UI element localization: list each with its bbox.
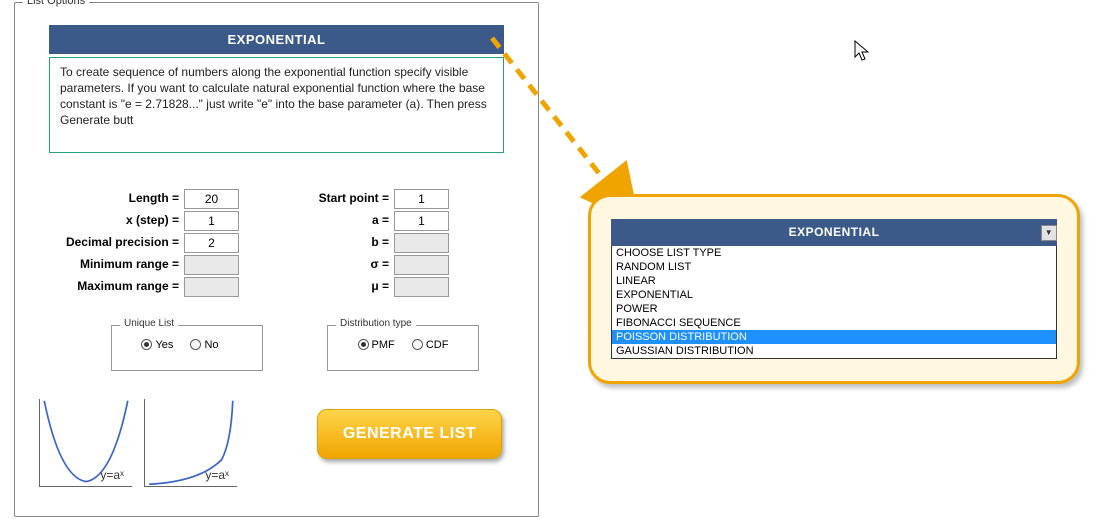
input-min-range[interactable] — [184, 255, 239, 275]
dropdown-header[interactable]: EXPONENTIAL ▼ — [611, 219, 1057, 246]
distribution-type-frame: Distribution type PMF CDF — [327, 325, 479, 371]
label-length: Length = — [49, 191, 179, 205]
radio-dist-pmf[interactable]: PMF — [358, 339, 395, 351]
parameters-area: Length = Start point = x (step) = a = De… — [49, 189, 504, 233]
preview-thumb-2: y=aˣ — [144, 399, 237, 487]
input-mu[interactable] — [394, 277, 449, 297]
label-sigma: σ = — [289, 257, 389, 271]
list-type-header: EXPONENTIAL — [49, 25, 504, 54]
dropdown-item[interactable]: RANDOM LIST — [612, 260, 1056, 274]
panel-legend: List Options — [23, 0, 89, 7]
label-a: a = — [289, 213, 389, 227]
label-mu: μ = — [289, 279, 389, 293]
dropdown-item[interactable]: EXPONENTIAL — [612, 288, 1056, 302]
dropdown-list[interactable]: CHOOSE LIST TYPERANDOM LISTLINEAREXPONEN… — [611, 246, 1057, 359]
unique-list-frame: Unique List Yes No — [111, 325, 263, 371]
input-length[interactable] — [184, 189, 239, 209]
preview-thumb-1-label: y=aˣ — [100, 468, 124, 482]
radio-dist-cdf[interactable]: CDF — [412, 339, 449, 351]
dropdown-item[interactable]: CHOOSE LIST TYPE — [612, 246, 1056, 260]
dropdown-callout: EXPONENTIAL ▼ CHOOSE LIST TYPERANDOM LIS… — [588, 194, 1080, 384]
preview-thumb-1: y=aˣ — [39, 399, 132, 487]
input-max-range[interactable] — [184, 277, 239, 297]
label-x-step: x (step) = — [49, 213, 179, 227]
dropdown-item[interactable]: LINEAR — [612, 274, 1056, 288]
dropdown-item[interactable]: POISSON DISTRIBUTION — [612, 330, 1056, 344]
description-box: To create sequence of numbers along the … — [49, 57, 504, 153]
mouse-cursor-icon — [854, 40, 872, 62]
dropdown-item[interactable]: GAUSSIAN DISTRIBUTION — [612, 344, 1056, 358]
input-sigma[interactable] — [394, 255, 449, 275]
input-start-point[interactable] — [394, 189, 449, 209]
chevron-down-icon[interactable]: ▼ — [1041, 225, 1057, 241]
radio-dot-icon — [358, 339, 369, 350]
input-a[interactable] — [394, 211, 449, 231]
radio-unique-no[interactable]: No — [190, 339, 218, 351]
input-x-step[interactable] — [184, 211, 239, 231]
list-options-panel: List Options EXPONENTIAL To create seque… — [14, 2, 539, 517]
radio-dot-icon — [412, 339, 423, 350]
label-dec-prec: Decimal precision = — [49, 235, 179, 249]
label-b: b = — [289, 235, 389, 249]
input-b[interactable] — [394, 233, 449, 253]
label-max-range: Maximum range = — [49, 279, 179, 293]
input-dec-prec[interactable] — [184, 233, 239, 253]
radio-dot-icon — [141, 339, 152, 350]
dropdown-item[interactable]: FIBONACCI SEQUENCE — [612, 316, 1056, 330]
label-start-point: Start point = — [289, 191, 389, 205]
preview-thumb-2-label: y=aˣ — [205, 468, 229, 482]
generate-list-button[interactable]: GENERATE LIST — [317, 409, 502, 459]
unique-list-legend: Unique List — [120, 318, 178, 329]
dropdown-item[interactable]: POWER — [612, 302, 1056, 316]
label-min-range: Minimum range = — [49, 257, 179, 271]
distribution-type-legend: Distribution type — [336, 318, 416, 329]
preview-area: y=aˣ y=aˣ — [33, 393, 243, 493]
radio-unique-yes[interactable]: Yes — [141, 339, 173, 351]
radio-dot-icon — [190, 339, 201, 350]
